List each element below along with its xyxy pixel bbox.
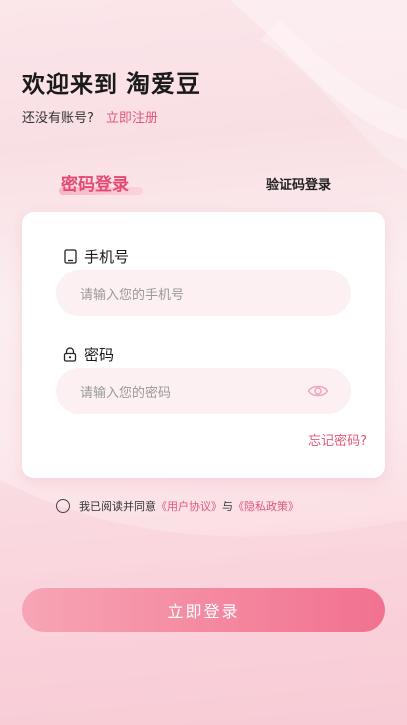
password-label: 密码 <box>62 344 114 365</box>
brand-logo: 淘爱豆 <box>126 69 201 98</box>
password-label-text: 密码 <box>84 346 115 364</box>
password-input[interactable]: 请输入您的密码 <box>56 368 351 414</box>
phone-icon <box>62 249 78 265</box>
login-button[interactable]: 立即登录 <box>22 588 385 632</box>
tab-password-login[interactable]: 密码登录 <box>61 170 129 195</box>
agreement-and: 与 <box>222 500 233 513</box>
agreement-prefix: 我已阅读并同意 <box>79 500 156 513</box>
password-placeholder: 请输入您的密码 <box>80 385 172 401</box>
phone-input[interactable]: 请输入您的手机号 <box>56 270 351 316</box>
login-form-card: 手机号 请输入您的手机号 密码 请输入您的密码 忘记密码? <box>22 212 385 478</box>
lock-icon <box>62 347 78 363</box>
welcome-title: 欢迎来到 淘爱豆 <box>22 64 201 99</box>
phone-label-text: 手机号 <box>84 248 130 266</box>
welcome-text: 欢迎来到 <box>22 72 118 98</box>
tab-code-login[interactable]: 验证码登录 <box>266 174 331 193</box>
radio-unchecked-icon[interactable] <box>56 499 70 513</box>
header: 欢迎来到 淘爱豆 还没有账号? 立即注册 <box>22 64 201 126</box>
signup-row: 还没有账号? 立即注册 <box>22 107 201 126</box>
phone-placeholder: 请输入您的手机号 <box>80 287 185 303</box>
privacy-policy-link[interactable]: 《隐私政策》 <box>233 498 299 514</box>
agreement-row: 我已阅读并同意 《用户协议》 与 《隐私政策》 <box>56 498 299 514</box>
no-account-text: 还没有账号? <box>22 111 94 126</box>
user-agreement-link[interactable]: 《用户协议》 <box>156 498 222 514</box>
signup-link[interactable]: 立即注册 <box>106 107 158 126</box>
eye-icon[interactable] <box>307 381 329 401</box>
forgot-password-link[interactable]: 忘记密码? <box>308 430 367 449</box>
login-tabs: 密码登录 验证码登录 <box>0 170 407 200</box>
phone-label: 手机号 <box>62 246 129 267</box>
